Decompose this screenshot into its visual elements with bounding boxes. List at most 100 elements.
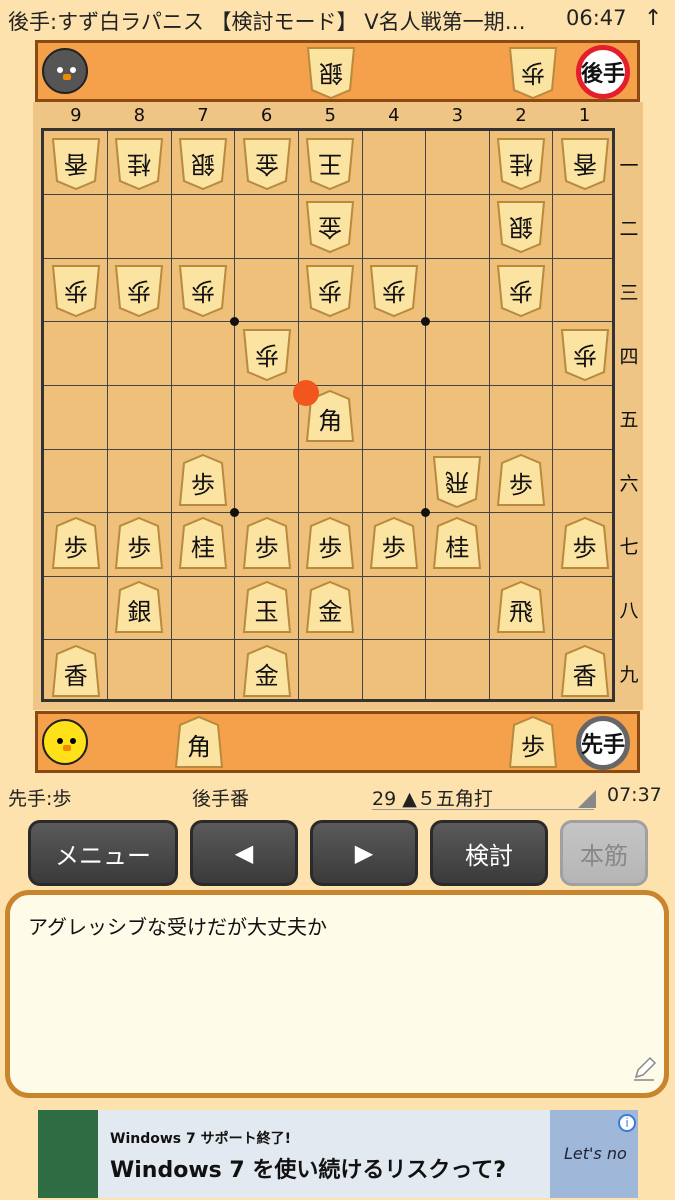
gote-avatar [42,48,88,94]
piece-glyph: 歩 [318,277,343,305]
board-piece[interactable]: 歩 [114,262,164,318]
piece-glyph: 歩 [63,277,88,305]
grid-line [107,131,109,699]
ad-banner[interactable]: Windows 7 サポート終了! Windows 7 を使い続けるリスクって?… [38,1110,638,1198]
grid-line [170,131,172,699]
turn-indicator: 後手番 [192,788,250,810]
piece-glyph: 金 [254,661,279,690]
sente-hand-piece[interactable]: 角 [174,715,224,771]
up-arrow-icon[interactable]: ↑ [644,6,662,31]
board-piece[interactable]: 飛 [496,580,546,636]
rank-label: 三 [619,282,639,304]
board-piece[interactable]: 桂 [114,135,164,191]
board-piece[interactable]: 桂 [496,135,546,191]
piece-glyph: 香 [572,149,597,178]
gote-hand-piece[interactable]: 歩 [508,44,558,100]
board-piece[interactable]: 歩 [560,516,610,572]
board-piece[interactable]: 桂 [432,516,482,572]
board-piece[interactable]: 歩 [369,516,419,572]
piece-glyph: 金 [254,149,279,178]
board-piece[interactable]: 銀 [178,135,228,191]
ad-headline-small: Windows 7 サポート終了! [110,1131,291,1147]
file-label: 3 [451,105,464,126]
board-piece[interactable]: 金 [305,198,355,254]
board-piece[interactable]: 歩 [178,453,228,509]
board-piece[interactable]: 金 [305,580,355,636]
piece-glyph: 歩 [191,470,215,499]
clock: 06:47 [566,6,627,30]
board-piece[interactable]: 歩 [496,262,546,318]
grid-line [44,575,612,577]
piece-glyph: 桂 [127,149,152,178]
board-piece[interactable]: 香 [560,644,610,700]
sente-hand-piece[interactable]: 歩 [508,715,558,771]
mainline-button[interactable]: 本筋 [560,820,648,886]
board-piece[interactable]: 歩 [369,262,419,318]
board-piece[interactable]: 香 [560,135,610,191]
grid-line [44,257,612,259]
piece-glyph: 桂 [445,534,470,563]
piece-glyph: 歩 [127,534,152,563]
board-piece[interactable]: 歩 [305,516,355,572]
board-piece[interactable]: 桂 [178,516,228,572]
board-piece[interactable]: 銀 [114,580,164,636]
board-piece[interactable]: 玉 [242,580,292,636]
file-label: 7 [197,105,209,126]
comment-box[interactable]: アグレッシブな受けだが大丈夫か [5,890,669,1098]
board-piece[interactable]: 歩 [178,262,228,318]
grid-line [361,131,363,699]
board-piece[interactable]: 香 [51,644,101,700]
grid-line [234,131,236,699]
next-move-button[interactable]: ▶ [310,820,418,886]
ad-info-icon[interactable]: i [618,1114,636,1132]
dropdown-corner-icon[interactable] [578,790,596,808]
gote-hand-piece[interactable]: 銀 [306,44,356,100]
board-piece[interactable]: 金 [242,644,292,700]
rank-label: 六 [619,472,639,495]
board-piece[interactable]: 歩 [114,516,164,572]
prev-move-button[interactable]: ◀ [190,820,298,886]
grid-line [44,321,612,323]
sente-hand-summary: 先手:歩 [8,788,72,810]
grid-line [44,384,612,386]
board-piece[interactable]: 金 [242,135,292,191]
grid-line [552,131,554,699]
piece-glyph: 銀 [127,598,152,626]
piece-glyph: 歩 [572,534,597,563]
piece-glyph: 歩 [254,340,279,369]
file-label: 4 [388,105,400,126]
piece-glyph: 王 [318,149,343,178]
piece-glyph: 歩 [254,534,279,563]
board-piece[interactable]: 香 [51,135,101,191]
piece-glyph: 歩 [63,534,88,563]
board-piece[interactable]: 歩 [51,262,101,318]
analyze-button[interactable]: 検討 [430,820,548,886]
board-piece[interactable]: 歩 [560,326,610,382]
board-piece[interactable]: 歩 [496,453,546,509]
board-piece[interactable]: 飛 [432,453,482,509]
board-piece[interactable]: 歩 [305,262,355,318]
star-point [421,317,431,327]
status-bar: 後手:すず白ラパニス 【検討モード】 V名人戦第一期… 06:47 ↑ [0,0,675,38]
board-piece[interactable]: 王 [305,135,355,191]
board-piece[interactable]: 歩 [242,516,292,572]
board-piece[interactable]: 歩 [51,516,101,572]
file-label: 1 [578,105,591,126]
shogi-board[interactable]: 香桂銀金王桂香金銀歩歩歩歩歩歩歩歩角歩飛歩歩歩桂歩歩歩桂歩銀玉金飛香金香 [41,128,615,702]
file-label: 2 [515,105,527,126]
ad-brand-text: Let's no [564,1144,627,1163]
rank-label: 二 [619,218,639,241]
menu-button[interactable]: メニュー [28,820,178,886]
piece-glyph: 歩 [381,277,406,305]
pencil-icon[interactable] [630,1055,658,1083]
grid-line [44,639,612,641]
star-point [230,508,240,518]
board-piece[interactable]: 歩 [242,326,292,382]
piece-glyph: 歩 [381,534,406,563]
grid-line [44,448,612,450]
star-point [421,508,431,518]
board-piece[interactable]: 銀 [496,198,546,254]
piece-glyph: 金 [318,598,343,626]
window-title: 後手:すず白ラパニス 【検討モード】 V名人戦第一期… [8,10,526,34]
grid-line [425,131,427,699]
